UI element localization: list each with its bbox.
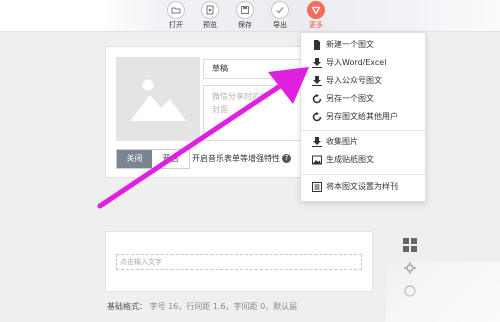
annotation-arrow [97,67,309,209]
